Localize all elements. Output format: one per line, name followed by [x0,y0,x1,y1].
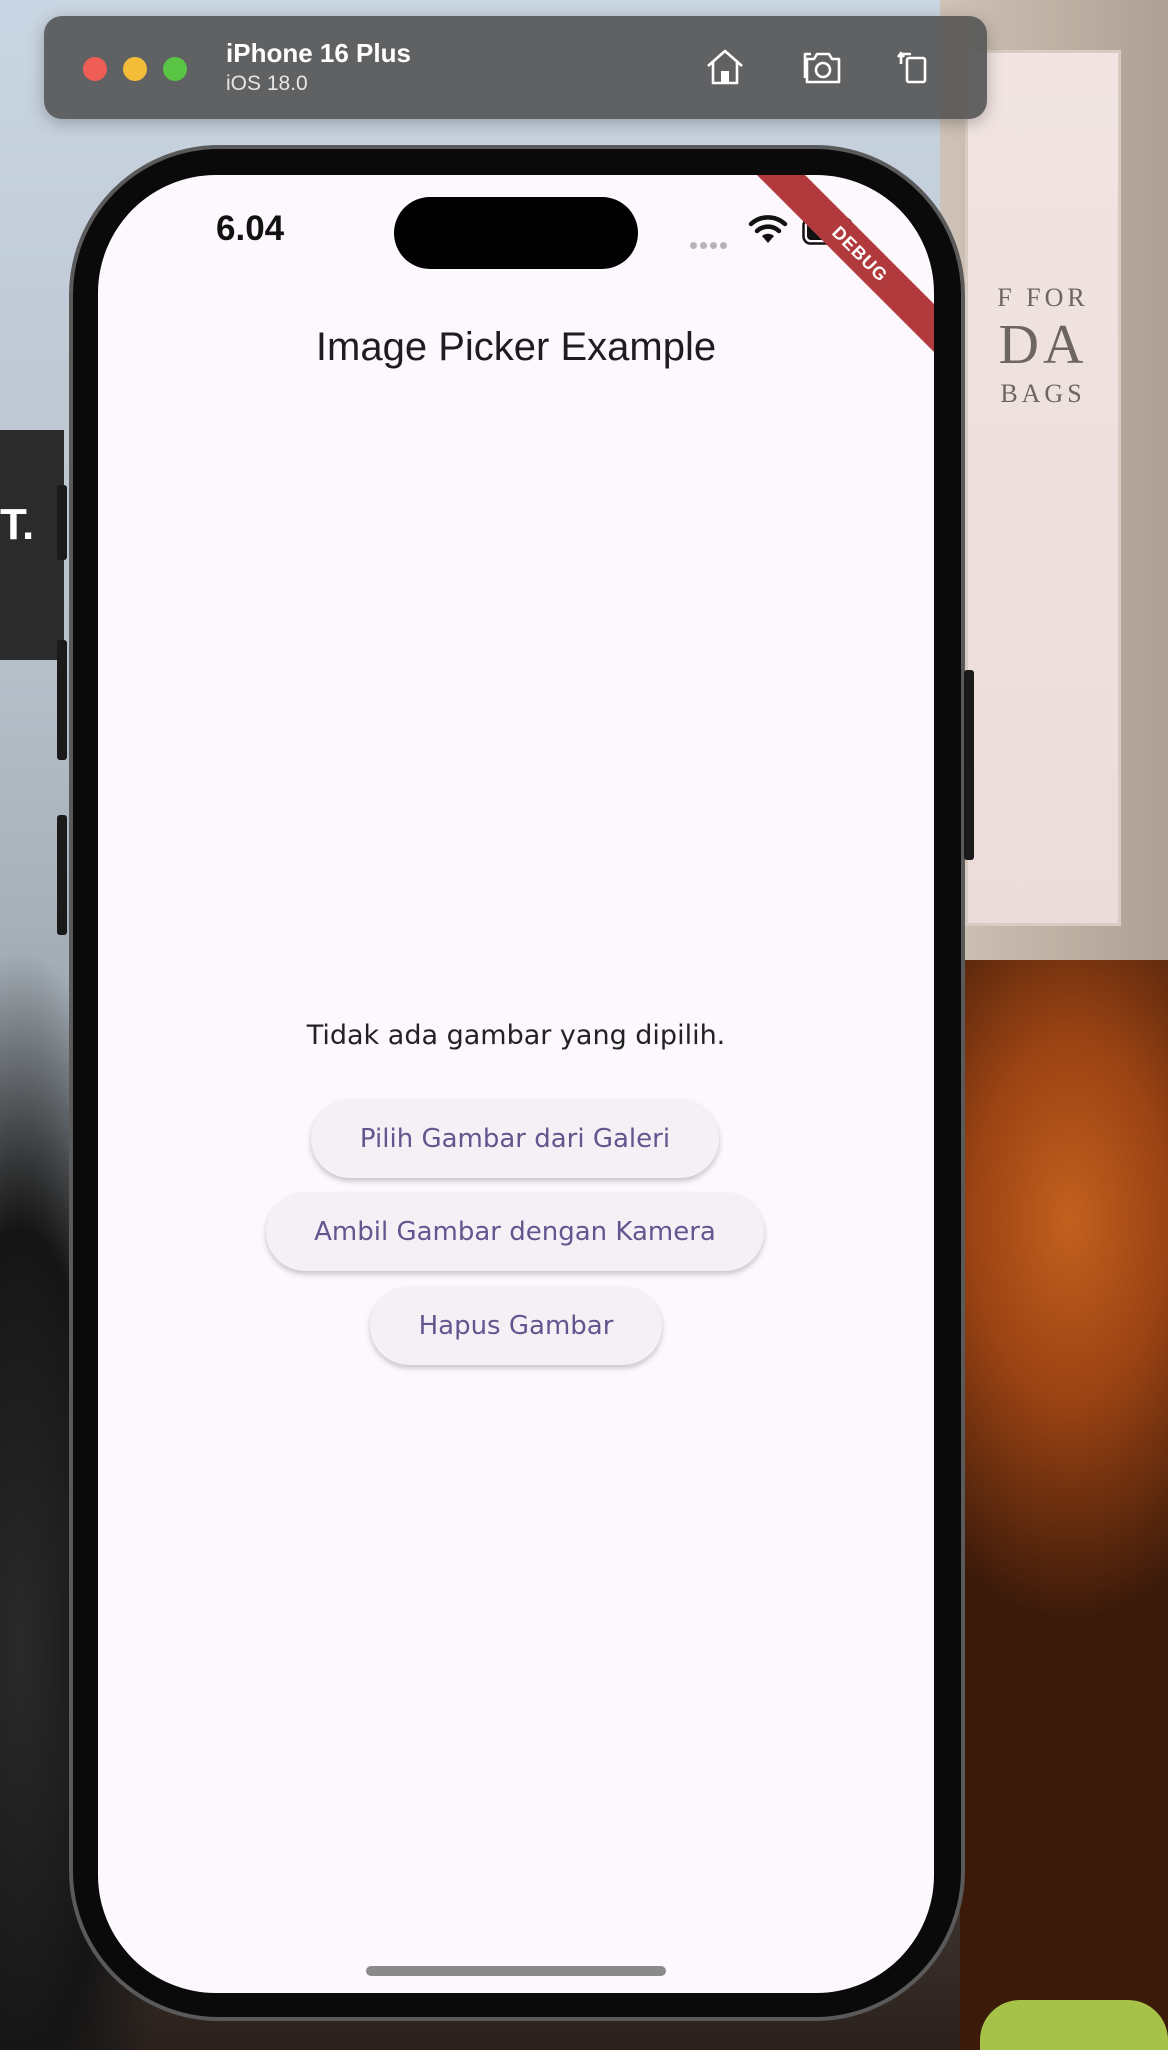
background-lime-shape [980,2000,1168,2050]
background-sign-text: T. [0,500,35,549]
billboard-text-line2: DA [998,314,1088,376]
status-time: 6.04 [216,209,285,248]
device-os-version: iOS 18.0 [226,72,308,95]
billboard-text-line3: BAGS [1000,379,1086,408]
side-button-action [57,485,67,560]
wifi-icon [748,215,788,245]
side-button-volume-down [57,815,67,935]
page-title: Image Picker Example [315,325,717,369]
zoom-window-button[interactable] [163,57,187,81]
close-window-button[interactable] [83,57,107,81]
billboard-text-line1: F FOR [997,283,1089,312]
screenshot-icon[interactable] [802,44,848,90]
home-indicator [366,1966,666,1976]
rotate-icon[interactable] [892,44,938,90]
signal-dots-icon [690,236,730,254]
pick-from-gallery-button[interactable]: Pilih Gambar dari Galeri [311,1100,719,1178]
side-button-power [964,670,974,860]
side-button-volume-up [57,640,67,760]
app-screen: 6.04 DEBUG Image Picker Example Tidak ad… [98,175,934,1993]
take-photo-button[interactable]: Ambil Gambar dengan Kamera [266,1193,764,1271]
remove-image-button[interactable]: Hapus Gambar [370,1287,662,1365]
simulator-toolbar: iPhone 16 Plus iOS 18.0 [44,16,987,119]
dynamic-island [394,197,638,269]
home-icon[interactable] [702,44,748,90]
background-billboard: F FOR DA BAGS [965,50,1121,926]
minimize-window-button[interactable] [123,57,147,81]
device-name: iPhone 16 Plus [226,38,411,68]
empty-state-message: Tidak ada gambar yang dipilih. [306,1020,726,1051]
background-fur [960,960,1168,2050]
